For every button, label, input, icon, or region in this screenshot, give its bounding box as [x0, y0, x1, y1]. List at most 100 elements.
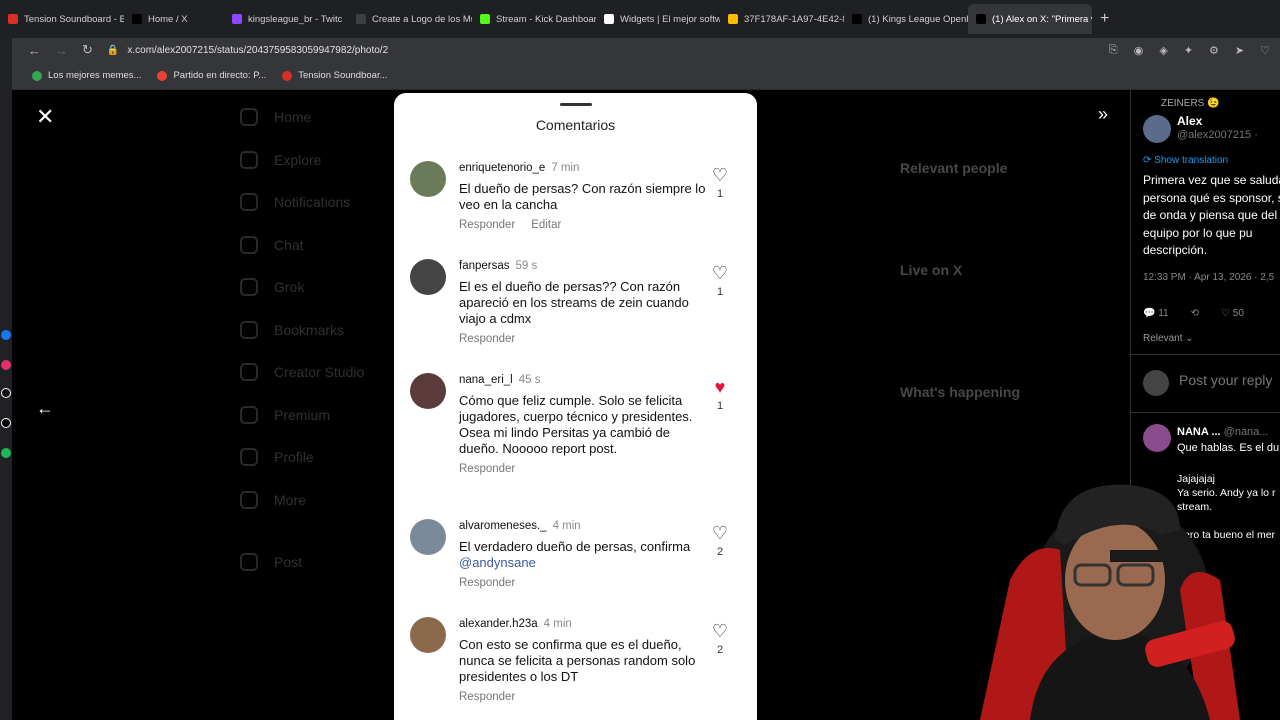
- tiktok-icon[interactable]: [1, 388, 11, 398]
- browser-tab[interactable]: Widgets | El mejor softw: [596, 4, 720, 34]
- tweet-author-handle[interactable]: @alex2007215 ·: [1177, 129, 1258, 141]
- avatar[interactable]: [410, 519, 446, 555]
- x-nav-item[interactable]: Post: [240, 541, 400, 584]
- send-icon[interactable]: ➤: [1235, 44, 1244, 57]
- browser-tab[interactable]: Tension Soundboard - Bo: [0, 4, 124, 34]
- spotify-icon[interactable]: [1, 448, 11, 458]
- close-icon[interactable]: ✕: [36, 104, 54, 130]
- browser-tab[interactable]: 37F178AF-1A97-4E42-868: [720, 4, 844, 34]
- heart-icon[interactable]: ♡: [710, 264, 730, 282]
- panel-title: Comentarios: [535, 117, 616, 133]
- back-nav-icon[interactable]: ←: [28, 43, 41, 58]
- expand-icon[interactable]: »: [1098, 104, 1108, 125]
- comment-time: 59 s: [515, 260, 538, 272]
- x-nav-label: Creator Studio: [274, 364, 365, 381]
- avatar[interactable]: [410, 259, 446, 295]
- avatar[interactable]: [410, 161, 446, 197]
- heart-icon[interactable]: ♡: [710, 524, 730, 542]
- community-label: ZEINERS 😉: [1161, 98, 1220, 109]
- like-count[interactable]: ♡ 50: [1221, 308, 1244, 319]
- divider: [1131, 412, 1280, 413]
- tab-favicon-icon: [604, 14, 614, 24]
- forward-nav-icon[interactable]: →: [55, 43, 68, 58]
- x-nav-item[interactable]: Chat: [240, 224, 400, 267]
- reply-button[interactable]: Responder: [459, 577, 515, 589]
- browser-tab[interactable]: Stream - Kick Dashboard: [472, 4, 596, 34]
- new-tab-icon[interactable]: +: [1092, 10, 1117, 28]
- reply-author[interactable]: NANA ... @nana...: [1177, 426, 1268, 438]
- shield-icon[interactable]: ◈: [1159, 44, 1167, 57]
- share-icon[interactable]: ⎘: [1109, 44, 1118, 57]
- avatar[interactable]: [410, 373, 446, 409]
- x-nav-item[interactable]: Creator Studio: [240, 351, 400, 394]
- x-nav-item[interactable]: Profile: [240, 436, 400, 479]
- comment-time: 4 min: [543, 618, 572, 630]
- avatar[interactable]: [410, 617, 446, 653]
- reply-input[interactable]: Post your reply: [1179, 372, 1272, 388]
- sort-dropdown[interactable]: Relevant ⌄: [1143, 333, 1194, 344]
- tweet-stats: 💬 11 ⟲ ♡ 50: [1143, 308, 1280, 319]
- divider: [1131, 354, 1280, 355]
- reply-button[interactable]: Responder: [459, 219, 515, 231]
- avatar[interactable]: [1143, 424, 1171, 452]
- x-nav-item[interactable]: More: [240, 479, 400, 522]
- url-field[interactable]: 🔒 x.com/alex2007215/status/20437595830599…: [107, 45, 388, 56]
- bookmark-item[interactable]: Tension Soundboar...: [282, 70, 388, 81]
- reload-icon[interactable]: ↻: [82, 42, 93, 58]
- heart-icon[interactable]: ♡: [710, 622, 730, 640]
- show-translation-label: Show translation: [1154, 155, 1229, 166]
- messenger-icon[interactable]: [1, 330, 11, 340]
- reply-button[interactable]: Responder: [459, 463, 515, 475]
- nav-icon: [240, 193, 258, 212]
- camera-icon[interactable]: ◉: [1134, 44, 1144, 57]
- tweet-author-name[interactable]: Alex: [1177, 114, 1202, 128]
- show-translation-link[interactable]: ⟳ Show translation: [1143, 155, 1228, 166]
- previous-arrow-icon[interactable]: ←: [36, 398, 54, 419]
- avatar[interactable]: [1143, 115, 1171, 143]
- x-nav-item[interactable]: Home: [240, 96, 400, 139]
- x-nav-item[interactable]: Explore: [240, 139, 400, 182]
- tab-favicon-icon: [852, 14, 862, 24]
- extensions-icon[interactable]: ✦: [1184, 44, 1193, 57]
- bookmark-item[interactable]: Los mejores memes...: [32, 70, 141, 81]
- heart-icon[interactable]: ♡: [1260, 44, 1270, 57]
- edit-button[interactable]: Editar: [531, 219, 561, 231]
- cap-brim: [1110, 550, 1200, 562]
- reply-button[interactable]: Responder: [459, 333, 515, 345]
- x-sidebar: Home Explore Notifications Chat Grok Bookmark…: [240, 96, 400, 716]
- settings-icon[interactable]: ⚙: [1209, 44, 1219, 57]
- comment-username[interactable]: alexander.h23a: [459, 618, 538, 630]
- browser-tab[interactable]: (1) Alex on X: "Primera ve: [968, 4, 1092, 34]
- heart-filled-icon[interactable]: ♥: [710, 378, 730, 396]
- reply-button[interactable]: Responder: [459, 691, 515, 703]
- browser-tab[interactable]: Home / X: [124, 4, 224, 34]
- whats-happening-heading: What's happening: [900, 384, 1020, 400]
- nav-icon: [240, 108, 258, 127]
- like-count: 2: [716, 546, 724, 558]
- browser-tab[interactable]: Create a Logo de los Mun: [348, 4, 472, 34]
- comment-time: 7 min: [551, 162, 580, 174]
- retweet-icon[interactable]: ⟲: [1191, 308, 1199, 319]
- x-nav-item[interactable]: Grok: [240, 266, 400, 309]
- comment-username[interactable]: alvaromeneses._: [459, 520, 547, 532]
- comment-username[interactable]: nana_eri_l: [459, 374, 513, 386]
- lock-icon: 🔒: [106, 44, 120, 56]
- x-nav-item[interactable]: Notifications: [240, 181, 400, 224]
- bookmark-item[interactable]: Partido en directo: P...: [157, 70, 266, 81]
- drag-handle[interactable]: [560, 103, 592, 106]
- browser-tab[interactable]: (1) Kings League Openba: [844, 4, 968, 34]
- reply-author-handle: @nana...: [1223, 426, 1269, 438]
- x-nav-item[interactable]: Premium: [240, 394, 400, 437]
- mention-link[interactable]: @andynsane: [459, 555, 536, 570]
- url-text: x.com/alex2007215/status/204375958305994…: [127, 44, 389, 56]
- x-nav-item[interactable]: Bookmarks: [240, 309, 400, 352]
- webcam-overlay: [980, 484, 1240, 720]
- instagram-icon[interactable]: [1, 360, 11, 370]
- comment-username[interactable]: fanpersas: [459, 260, 510, 272]
- comment-username[interactable]: enriquetenorio_e: [459, 162, 545, 174]
- tab-label: 37F178AF-1A97-4E42-868: [744, 13, 844, 25]
- reply-count[interactable]: 💬 11: [1143, 308, 1169, 319]
- heart-icon[interactable]: ♡: [710, 166, 730, 184]
- x-icon[interactable]: [1, 418, 11, 428]
- browser-tab[interactable]: kingsleague_br - Twitc: [224, 4, 348, 34]
